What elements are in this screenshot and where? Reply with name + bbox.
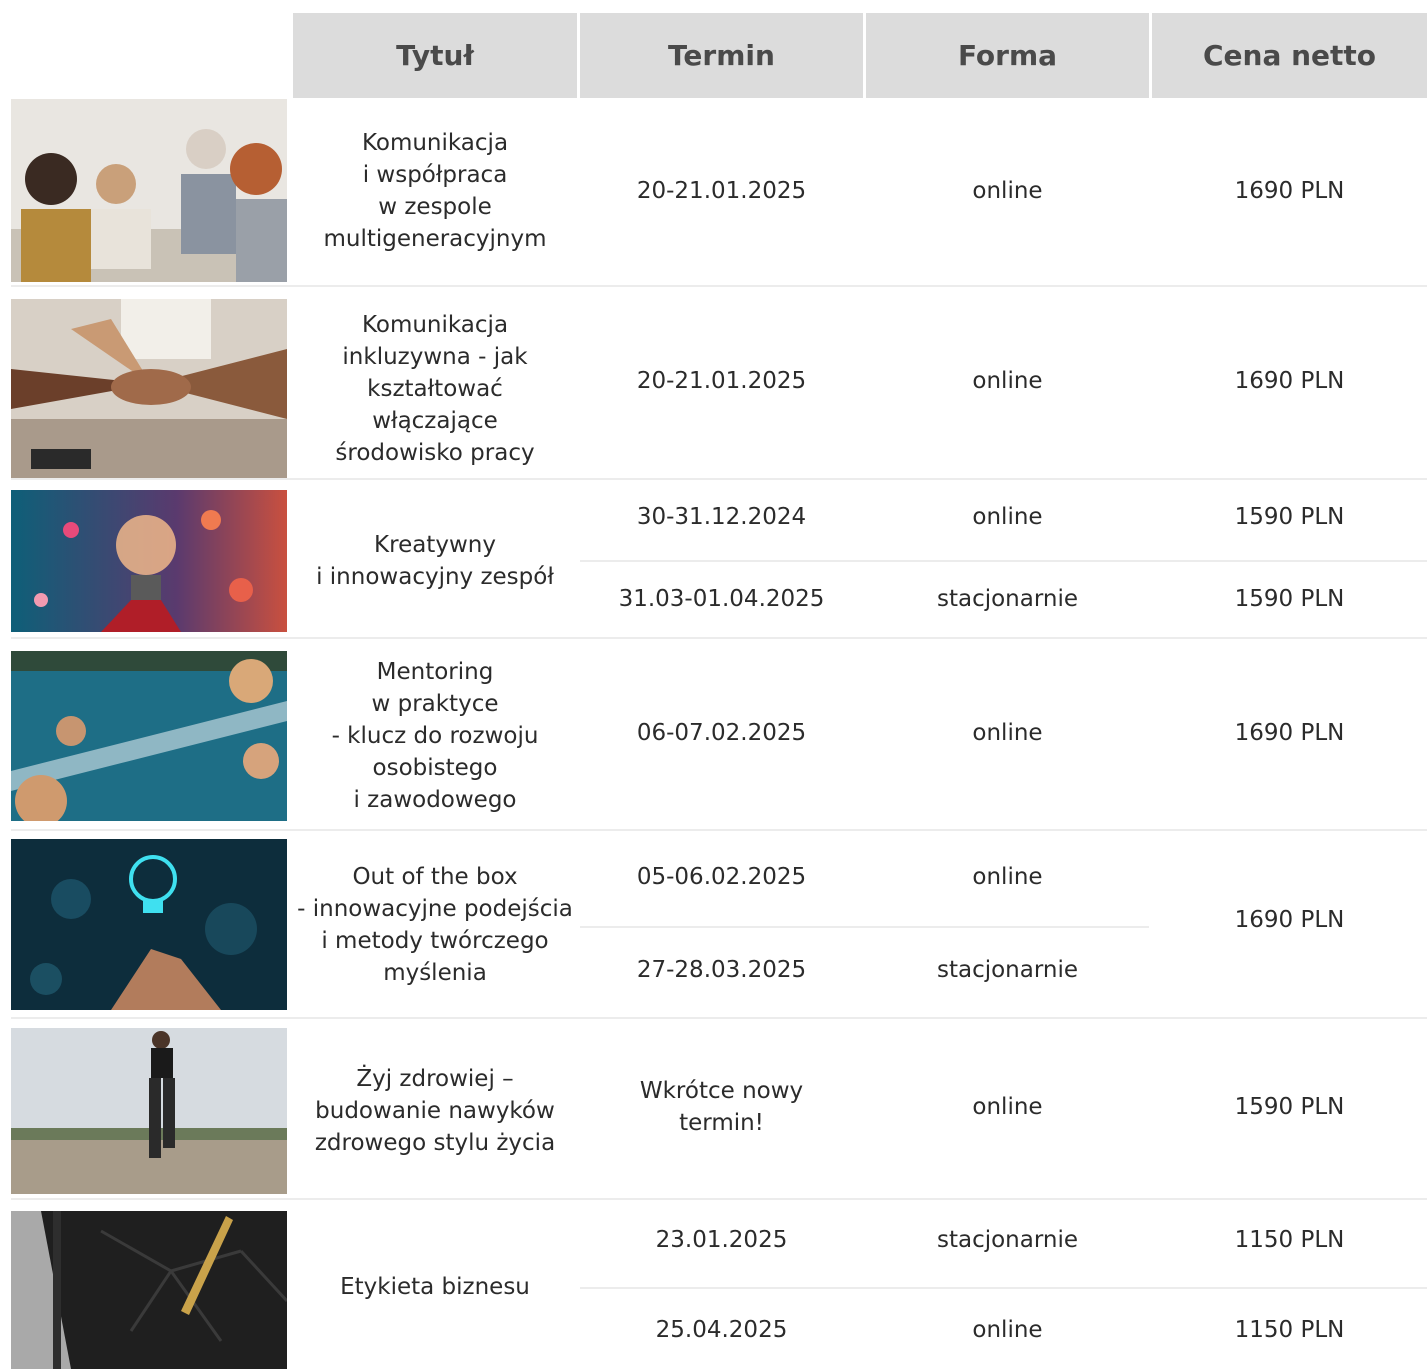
course-form: online [972, 719, 1043, 746]
course-date: 25.04.2025 [655, 1317, 788, 1343]
course-price: 1690 PLN [1234, 907, 1345, 933]
header-title: Tytuł [293, 13, 577, 98]
course-price: 1590 PLN [1234, 504, 1345, 530]
course-date: 20-21.01.2025 [636, 177, 807, 204]
course-date: 31.03-01.04.2025 [618, 586, 825, 612]
header-price: Cena netto [1152, 13, 1427, 98]
course-thumbnail [11, 1028, 287, 1194]
session-divider [580, 926, 1149, 928]
course-form: stacjonarnie [936, 1227, 1079, 1253]
course-thumbnail [11, 299, 287, 478]
course-price: 1590 PLN [1234, 1094, 1345, 1120]
session-divider [580, 1287, 1427, 1289]
course-form: online [972, 864, 1043, 890]
course-title: Żyj zdrowiej – budowanie nawyków zdroweg… [314, 1066, 556, 1156]
course-date: 20-21.01.2025 [636, 367, 807, 394]
course-thumbnail [11, 490, 287, 632]
course-title: Out of the box - innowacyjne podejścia i… [297, 863, 573, 986]
header-date: Termin [580, 13, 863, 98]
course-date: 30-31.12.2024 [636, 504, 807, 530]
course-title: Mentoring w praktyce - klucz do rozwoju … [331, 659, 539, 813]
header-form: Forma [866, 13, 1149, 98]
course-form: online [972, 177, 1043, 204]
course-date: 23.01.2025 [655, 1227, 788, 1253]
course-price: 1590 PLN [1234, 586, 1345, 612]
course-form: stacjonarnie [936, 957, 1079, 983]
course-form: online [972, 504, 1043, 530]
course-date: 06-07.02.2025 [636, 719, 807, 746]
course-title: Komunikacja i współpraca w zespole multi… [323, 129, 547, 252]
course-date: 05-06.02.2025 [636, 864, 807, 890]
row-divider [11, 1017, 1427, 1019]
course-title: Etykieta biznesu [340, 1274, 530, 1300]
course-date: Wkrótce nowy termin! [639, 1078, 804, 1136]
row-divider [11, 478, 1427, 480]
course-price: 1690 PLN [1234, 719, 1345, 746]
course-form: stacjonarnie [936, 586, 1079, 612]
session-divider [580, 560, 1427, 562]
course-thumbnail [11, 99, 287, 282]
course-thumbnail [11, 651, 287, 821]
row-divider [11, 637, 1427, 639]
course-title: Komunikacja inkluzywna - jak kształtować… [335, 311, 535, 466]
course-form: online [972, 1094, 1043, 1120]
course-price: 1690 PLN [1234, 177, 1345, 204]
course-thumbnail [11, 839, 287, 1010]
course-date: 27-28.03.2025 [636, 957, 807, 983]
row-divider [11, 829, 1427, 831]
course-title: Kreatywny i innowacyjny zespół [316, 532, 554, 590]
course-price: 1690 PLN [1234, 367, 1345, 394]
course-price: 1150 PLN [1234, 1227, 1345, 1253]
course-form: online [972, 367, 1043, 394]
row-divider [11, 285, 1427, 287]
row-divider [11, 1198, 1427, 1200]
course-price: 1150 PLN [1234, 1317, 1345, 1343]
course-form: online [972, 1317, 1043, 1343]
course-thumbnail [11, 1211, 287, 1369]
